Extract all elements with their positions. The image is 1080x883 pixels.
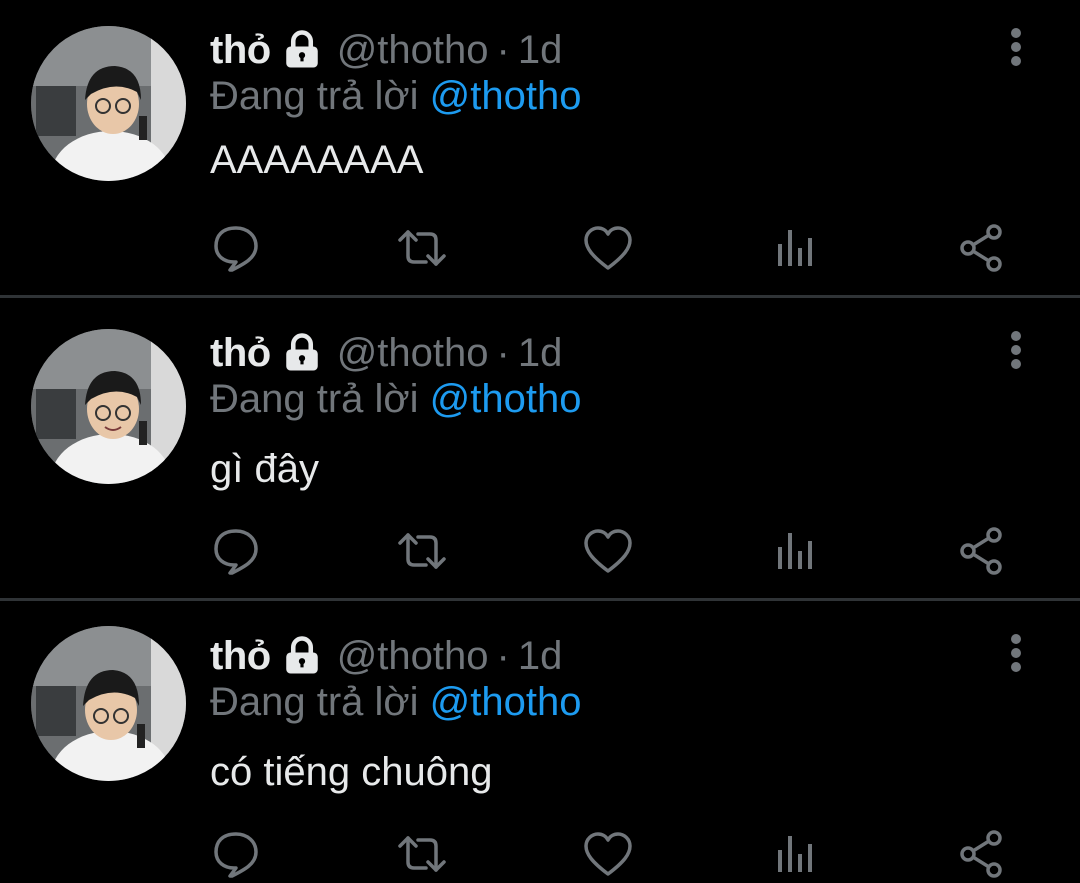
lock-icon [281,635,323,677]
user-handle[interactable]: @thotho [337,634,489,679]
tweet-actions [0,523,1080,583]
lock-icon [281,332,323,374]
reply-button[interactable] [208,523,264,579]
more-vertical-icon [1011,28,1021,66]
avatar[interactable] [31,329,186,484]
user-handle[interactable]: @thotho [337,28,489,73]
display-name[interactable]: thỏ [210,634,271,679]
tweet-actions [0,220,1080,280]
more-vertical-icon [1011,634,1021,672]
more-options-button[interactable] [996,24,1036,68]
retweet-icon [398,230,446,266]
avatar[interactable] [31,26,186,181]
tweet[interactable]: thỏ @thotho · 1d Đang trả lời @thotho có… [0,606,1080,883]
separator-dot: · [496,330,510,375]
divider [0,295,1080,298]
retweet-icon [398,533,446,569]
more-options-button[interactable] [996,630,1036,674]
mention-link[interactable]: @thotho [430,74,582,118]
heart-icon [584,832,632,876]
more-options-button[interactable] [996,327,1036,371]
tweet-text: có tiếng chuông [210,750,493,794]
tweet-text: AAAAAAAA [210,138,424,182]
tweet-header: thỏ @thotho · 1d [210,22,562,78]
more-vertical-icon [1011,331,1021,369]
timestamp[interactable]: 1d [518,331,563,376]
timestamp[interactable]: 1d [518,634,563,679]
reply-icon [214,832,258,878]
replying-prefix: Đang trả lời [210,377,419,421]
replying-prefix: Đang trả lời [210,680,419,724]
retweet-button[interactable] [394,220,450,276]
analytics-icon [778,836,812,872]
retweet-button[interactable] [394,523,450,579]
share-button[interactable] [954,523,1010,579]
timestamp[interactable]: 1d [518,28,563,73]
divider [0,598,1080,601]
analytics-icon [778,230,812,266]
share-button[interactable] [954,826,1010,882]
user-handle[interactable]: @thotho [337,331,489,376]
tweet-header: thỏ @thotho · 1d [210,325,562,381]
retweet-icon [398,836,446,872]
share-button[interactable] [954,220,1010,276]
replying-to: Đang trả lời @thotho [210,74,582,119]
avatar[interactable] [31,626,186,781]
tweet-actions [0,826,1080,883]
tweet-feed: thỏ @thotho · 1d Đang trả lời @thotho AA… [0,0,1080,883]
analytics-button[interactable] [768,523,824,579]
analytics-icon [778,533,812,569]
tweet-header: thỏ @thotho · 1d [210,628,562,684]
like-button[interactable] [580,826,636,882]
reply-button[interactable] [208,826,264,882]
replying-to: Đang trả lời @thotho [210,680,582,725]
retweet-button[interactable] [394,826,450,882]
share-icon [960,224,1002,272]
lock-icon [281,29,323,71]
replying-prefix: Đang trả lời [210,74,419,118]
like-button[interactable] [580,523,636,579]
mention-link[interactable]: @thotho [430,680,582,724]
share-icon [960,830,1002,878]
share-icon [960,527,1002,575]
tweet-text: gì đây [210,447,319,491]
tweet[interactable]: thỏ @thotho · 1d Đang trả lời @thotho gì… [0,303,1080,603]
analytics-button[interactable] [768,220,824,276]
mention-link[interactable]: @thotho [430,377,582,421]
heart-icon [584,226,632,270]
tweet[interactable]: thỏ @thotho · 1d Đang trả lời @thotho AA… [0,0,1080,300]
reply-icon [214,226,258,272]
replying-to: Đang trả lời @thotho [210,377,582,422]
separator-dot: · [496,633,510,678]
analytics-button[interactable] [768,826,824,882]
separator-dot: · [496,27,510,72]
display-name[interactable]: thỏ [210,331,271,376]
display-name[interactable]: thỏ [210,28,271,73]
heart-icon [584,529,632,573]
reply-icon [214,529,258,575]
reply-button[interactable] [208,220,264,276]
like-button[interactable] [580,220,636,276]
